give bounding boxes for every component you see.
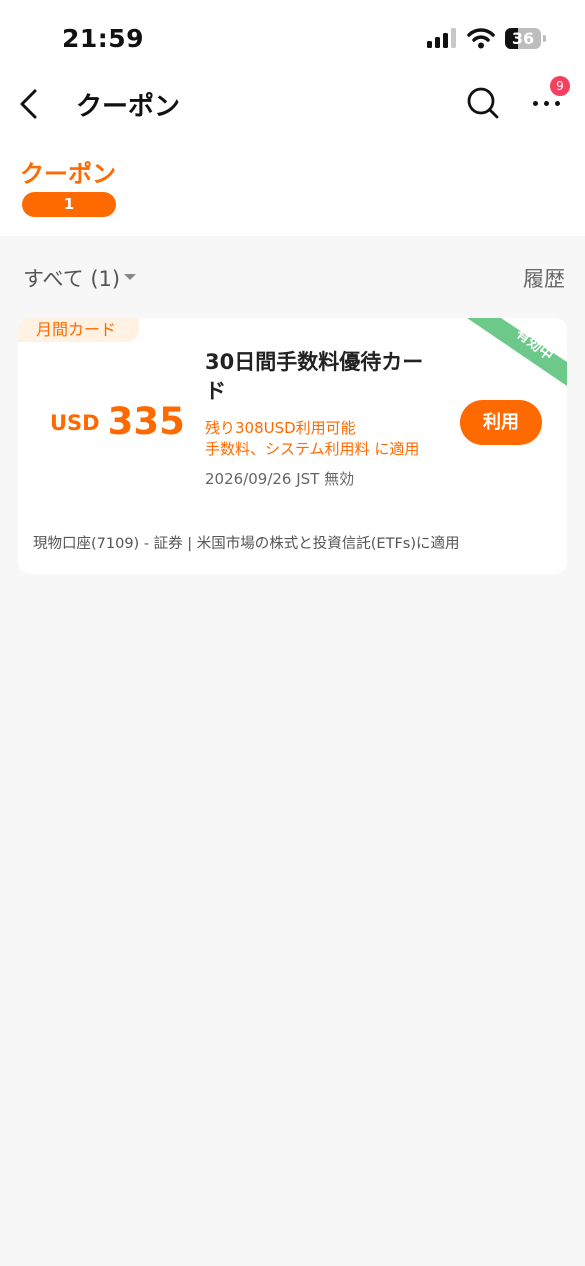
coupon-value: 335 bbox=[107, 400, 185, 443]
more-icon bbox=[533, 101, 566, 106]
nav-bar: クーポン bbox=[0, 70, 585, 140]
battery-icon: 36 bbox=[505, 28, 546, 49]
use-coupon-button[interactable]: 利用 bbox=[460, 400, 542, 445]
coupon-card[interactable]: 月間カード 有効中 USD 335 30日間手数料優待カード 残り308USD利用… bbox=[18, 318, 567, 574]
coupon-title: 30日間手数料優待カード bbox=[205, 350, 424, 403]
tab-coupon[interactable]: クーポン bbox=[20, 154, 116, 189]
status-bar: 21:59 36 bbox=[0, 0, 585, 70]
page-title: クーポン bbox=[76, 92, 181, 122]
coupon-tag: 月間カード bbox=[18, 318, 139, 342]
coupon-expiry: 2026/09/26 JST 無効 bbox=[205, 470, 355, 488]
status-time: 21:59 bbox=[62, 24, 145, 53]
coupon-applicability: 現物口座(7109) - 証券 | 米国市場の株式と投資信託(ETFs)に適用 bbox=[33, 536, 460, 552]
filter-dropdown[interactable]: すべて (1) bbox=[23, 263, 120, 293]
chevron-left-icon bbox=[20, 89, 37, 119]
back-button[interactable] bbox=[10, 84, 50, 124]
coupon-remaining: 残り308USD利用可能 bbox=[205, 419, 356, 437]
search-button[interactable] bbox=[464, 84, 502, 122]
coupon-amount: USD 335 bbox=[50, 400, 185, 443]
coupon-tab-area: クーポン 1 bbox=[0, 140, 585, 236]
notification-badge: 9 bbox=[550, 76, 570, 96]
search-icon bbox=[467, 87, 499, 119]
tab-count-badge: 1 bbox=[22, 192, 116, 217]
history-link[interactable]: 履歴 bbox=[523, 263, 565, 293]
wifi-icon bbox=[467, 27, 495, 49]
coupon-currency: USD bbox=[50, 411, 100, 435]
filter-row: すべて (1) 履歴 bbox=[0, 252, 585, 302]
caret-down-icon bbox=[124, 274, 136, 280]
battery-level: 36 bbox=[511, 29, 535, 48]
signal-icon bbox=[427, 28, 458, 48]
coupon-scope: 手数料、システム利用料 に適用 bbox=[205, 440, 420, 458]
